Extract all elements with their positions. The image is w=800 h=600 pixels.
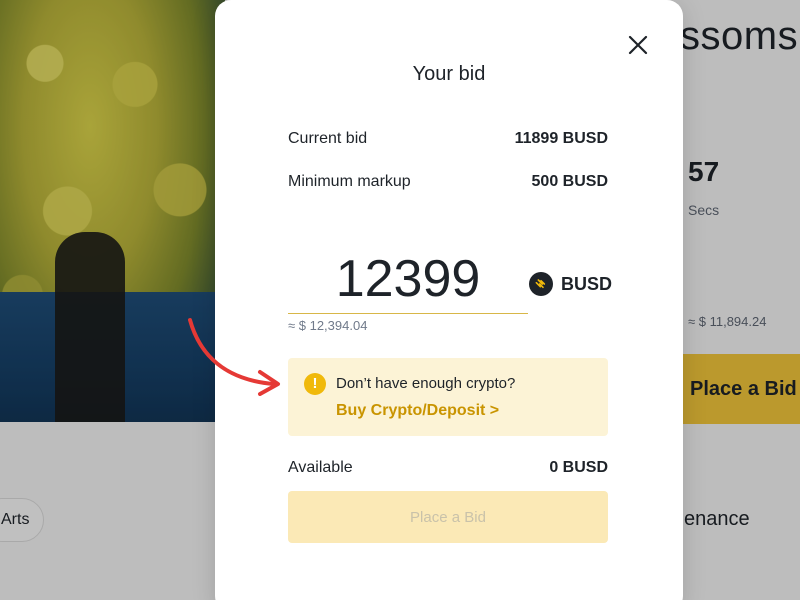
warning-icon: ! <box>304 373 326 395</box>
notice-text: Don’t have enough crypto? <box>336 375 516 392</box>
minimum-markup-label: Minimum markup <box>288 173 411 190</box>
bid-amount-field <box>288 248 528 314</box>
close-icon[interactable] <box>627 34 649 56</box>
current-bid-row: Current bid 11899 BUSD <box>288 130 608 148</box>
available-label: Available <box>288 459 353 476</box>
current-bid-label: Current bid <box>288 130 368 147</box>
currency-label: BUSD <box>561 273 613 294</box>
available-row: Available 0 BUSD <box>288 459 608 477</box>
buy-crypto-link[interactable]: Buy Crypto/Deposit > <box>336 402 499 420</box>
usd-approx-value: ≈ $ 12,394.04 <box>288 318 368 333</box>
available-value: 0 BUSD <box>549 459 608 476</box>
currency-selector: BUSD <box>529 272 612 296</box>
insufficient-funds-notice: ! Don’t have enough crypto? Buy Crypto/D… <box>288 358 608 436</box>
current-bid-value: 11899 BUSD <box>514 130 608 147</box>
busd-icon <box>529 272 553 296</box>
minimum-markup-row: Minimum markup 500 BUSD <box>288 173 608 191</box>
place-bid-button[interactable]: Place a Bid <box>288 491 608 543</box>
red-arrow-icon <box>188 318 280 396</box>
bid-amount-input[interactable] <box>288 248 528 310</box>
bid-modal: Your bid Current bid 11899 BUSD Minimum … <box>215 0 683 600</box>
modal-title: Your bid <box>412 63 486 85</box>
minimum-markup-value: 500 BUSD <box>531 173 608 190</box>
